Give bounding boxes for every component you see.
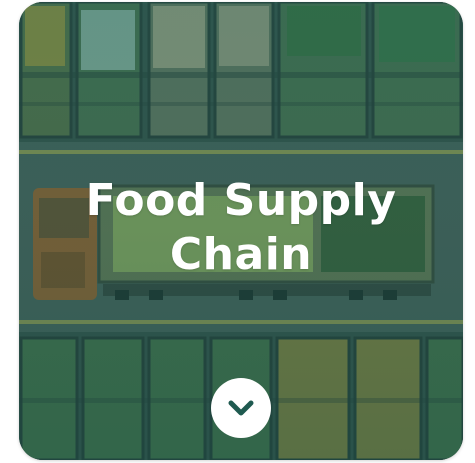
- card-title-line-2: Chain: [169, 229, 313, 280]
- food-supply-chain-card[interactable]: Food Supply Chain: [19, 2, 463, 460]
- chevron-down-icon: [228, 400, 254, 416]
- card-title-line-1: Food Supply: [85, 175, 397, 226]
- card-title: Food Supply Chain: [19, 174, 463, 282]
- scroll-down-button[interactable]: [211, 378, 271, 438]
